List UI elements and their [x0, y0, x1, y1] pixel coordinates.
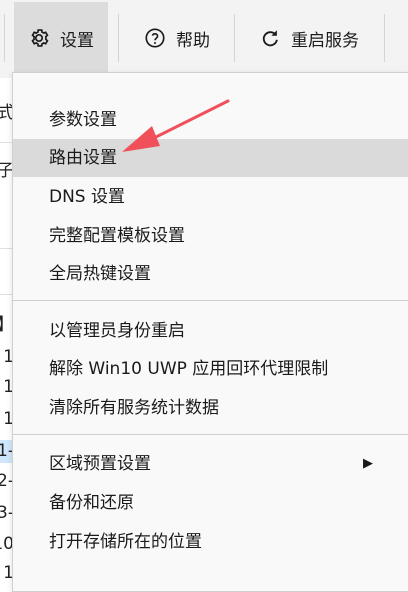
refresh-icon — [262, 30, 278, 47]
menu-item-label: 路由设置 — [49, 148, 117, 168]
menu-item-parameter-settings[interactable]: 参数设置 — [13, 101, 408, 139]
help-button[interactable]: 帮助 — [130, 2, 224, 74]
menu-item-label: 完整配置模板设置 — [49, 226, 185, 246]
menu-item-route-settings[interactable]: 路由设置 — [13, 139, 408, 177]
menu-item-label: 全局热键设置 — [49, 264, 151, 284]
restart-service-button[interactable]: 重启服务 — [244, 2, 374, 74]
help-label: 帮助 — [176, 30, 210, 51]
menu-item-label: 区域预置设置 — [49, 454, 151, 474]
menu-item-label: 备份和还原 — [49, 493, 134, 513]
menu-item-label: 打开存储所在的位置 — [49, 532, 202, 552]
gear-icon — [31, 29, 49, 47]
menu-item-clear-statistics[interactable]: 清除所有服务统计数据 — [13, 389, 408, 427]
menu-item-global-hotkey-settings[interactable]: 全局热键设置 — [13, 255, 408, 293]
menu-item-label: DNS 设置 — [49, 187, 126, 207]
menu-item-region-preset[interactable]: 区域预置设置 ▶ — [13, 445, 408, 483]
menu-item-open-storage-location[interactable]: 打开存储所在的位置 — [13, 523, 408, 561]
menu-item-label: 以管理员身份重启 — [49, 321, 185, 341]
menu-separator — [13, 300, 408, 301]
settings-label: 设置 — [60, 30, 94, 51]
settings-dropdown-menu: 参数设置 路由设置 DNS 设置 完整配置模板设置 全局热键设置 以管理员身份重… — [12, 72, 408, 592]
menu-item-config-template-settings[interactable]: 完整配置模板设置 — [13, 217, 408, 255]
menu-item-dns-settings[interactable]: DNS 设置 — [13, 178, 408, 216]
menu-item-label: 解除 Win10 UWP 应用回环代理限制 — [49, 359, 329, 379]
submenu-arrow-icon: ▶ — [363, 456, 373, 471]
menu-separator — [13, 434, 408, 435]
menu-item-label: 清除所有服务统计数据 — [49, 398, 219, 418]
toolbar: 设置 帮助 重启服务 — [0, 0, 408, 78]
menu-item-backup-restore[interactable]: 备份和还原 — [13, 484, 408, 522]
toolbar-separator — [4, 14, 5, 62]
help-icon — [145, 28, 165, 48]
toolbar-separator — [384, 14, 385, 62]
menu-item-uwp-loopback[interactable]: 解除 Win10 UWP 应用回环代理限制 — [13, 350, 408, 388]
toolbar-separator — [118, 14, 119, 62]
toolbar-separator — [234, 14, 235, 62]
menu-item-restart-as-admin[interactable]: 以管理员身份重启 — [13, 312, 408, 350]
menu-item-label: 参数设置 — [49, 110, 117, 130]
restart-service-label: 重启服务 — [291, 30, 359, 51]
settings-button[interactable]: 设置 — [14, 2, 108, 74]
